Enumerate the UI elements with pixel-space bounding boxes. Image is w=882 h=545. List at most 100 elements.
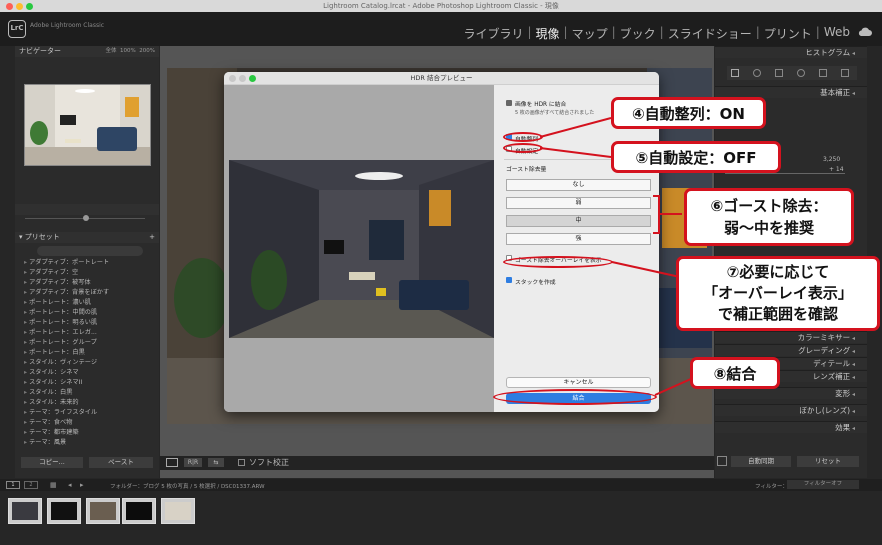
- zoom-fit[interactable]: 全体: [106, 48, 117, 54]
- module-library[interactable]: ライブラリ: [459, 25, 527, 42]
- module-slideshow[interactable]: スライドショー: [664, 25, 756, 42]
- film-thumb[interactable]: [122, 498, 156, 524]
- tool-strip: [727, 66, 857, 80]
- cloud-icon[interactable]: [858, 27, 872, 36]
- crop-tool-icon[interactable]: [775, 69, 783, 77]
- preset-item[interactable]: ポートレート：明るい肌: [15, 318, 159, 328]
- preset-item[interactable]: ポートレート：グループ: [15, 338, 159, 348]
- section-color-mixer[interactable]: カラーミキサー: [715, 331, 867, 343]
- module-bar: LrC Adobe Lightroom Classic ライブラリ | 現像 | マ…: [0, 12, 882, 46]
- filmstrip-bar: 1 2 ▦ ◂ ▸ フォルダー：ブログ 5 枚の写真 / 5 枚選択 / DSC…: [0, 479, 882, 491]
- add-preset-icon[interactable]: +: [149, 232, 159, 243]
- section-color-grading[interactable]: グレーディング: [715, 344, 867, 356]
- histogram-header[interactable]: ヒストグラム: [715, 46, 867, 58]
- redeye-tool-icon[interactable]: [797, 69, 805, 77]
- temp-value[interactable]: 3,250: [823, 156, 840, 163]
- module-book[interactable]: ブック: [616, 25, 660, 42]
- preset-item[interactable]: アダプティブ：ポートレート: [15, 258, 159, 268]
- prev-arrow-icon[interactable]: ◂: [68, 481, 72, 489]
- callout-auto-settings: ⑤自動設定：OFF: [611, 141, 781, 173]
- preset-item[interactable]: テーマ：食べ物: [15, 418, 159, 428]
- panel-switch-icon[interactable]: [717, 456, 727, 466]
- preset-item[interactable]: ポートレート：中間の肌: [15, 308, 159, 318]
- preset-item[interactable]: アダプティブ：背景をぼかす: [15, 288, 159, 298]
- preset-item[interactable]: テーマ：ライフスタイル: [15, 408, 159, 418]
- slider-thumb[interactable]: [83, 215, 89, 221]
- hdr-merge-dialog: HDR 結合プレビュー 画像を HDR に結合 5 枚の画像がすべて結合されまし…: [224, 72, 659, 412]
- module-web[interactable]: Web: [820, 25, 854, 42]
- copy-button[interactable]: コピー...: [21, 457, 83, 468]
- paste-button[interactable]: ペースト: [89, 457, 153, 468]
- deghost-none-button[interactable]: なし: [506, 179, 651, 191]
- preset-item[interactable]: ポートレート：濃い肌: [15, 298, 159, 308]
- create-stack-checkbox[interactable]: [506, 277, 512, 283]
- module-develop[interactable]: 現像: [532, 25, 564, 42]
- deghost-high-button[interactable]: 強: [506, 233, 651, 245]
- dialog-titlebar: HDR 結合プレビュー: [224, 72, 659, 85]
- section-effects[interactable]: 効果: [715, 421, 867, 433]
- preset-item[interactable]: アダプティブ：被写体: [15, 278, 159, 288]
- auto-sync-button[interactable]: 自動同期: [731, 456, 791, 467]
- next-arrow-icon[interactable]: ▸: [80, 481, 84, 489]
- history-header[interactable]: [15, 204, 159, 215]
- mask-tool-icon[interactable]: [819, 69, 827, 77]
- module-map[interactable]: マップ: [568, 25, 612, 42]
- zoom-window-button[interactable]: [26, 2, 33, 10]
- preset-item[interactable]: ポートレート：白黒: [15, 348, 159, 358]
- app-name: Adobe Lightroom Classic: [30, 22, 105, 29]
- film-thumb[interactable]: [8, 498, 42, 524]
- deghost-low-button[interactable]: 弱: [506, 197, 651, 209]
- preset-search-input[interactable]: [37, 246, 143, 256]
- cancel-button[interactable]: キャンセル: [506, 377, 651, 388]
- filter-dropdown[interactable]: フィルターオフ: [787, 480, 859, 489]
- tint-value[interactable]: + 14: [829, 166, 844, 173]
- preset-item[interactable]: スタイル：シネマII: [15, 378, 159, 388]
- filmstrip: [0, 491, 882, 531]
- heal-tool-icon[interactable]: [753, 69, 761, 77]
- preset-item[interactable]: スタイル：白黒: [15, 388, 159, 398]
- callout-overlay: ⑦必要に応じて 「オーバーレイ表示」 で補正範囲を確認: [676, 256, 880, 331]
- dialog-title: HDR 結合プレビュー: [410, 74, 473, 82]
- edit-tool-icon[interactable]: [731, 69, 739, 77]
- auto-settings-highlight: [503, 143, 543, 153]
- navigator-preview[interactable]: [24, 84, 151, 166]
- dialog-close-button[interactable]: [229, 75, 236, 82]
- lightroom-window: Lightroom Catalog.lrcat - Adobe Photosho…: [0, 0, 882, 545]
- preset-item[interactable]: テーマ：都市建築: [15, 428, 159, 438]
- dialog-minimize-button[interactable]: [239, 75, 246, 82]
- grid-icon[interactable]: ▦: [50, 481, 57, 489]
- film-thumb[interactable]: [86, 498, 120, 524]
- folder-info[interactable]: フォルダー：ブログ 5 枚の写真 / 5 枚選択 / DSC01337.ARW: [110, 482, 265, 490]
- create-stack-label: スタックを作成: [515, 280, 556, 286]
- close-window-button[interactable]: [6, 2, 13, 10]
- preset-item[interactable]: スタイル：シネマ: [15, 368, 159, 378]
- film-thumb[interactable]: [47, 498, 81, 524]
- section-lens-blur[interactable]: ぼかし(レンズ): [715, 404, 867, 416]
- reset-button[interactable]: リセット: [797, 456, 859, 467]
- deghost-medium-button[interactable]: 中: [506, 215, 651, 227]
- preset-item[interactable]: ポートレート：エレガ...: [15, 328, 159, 338]
- preset-item[interactable]: アダプティブ：空: [15, 268, 159, 278]
- zoom-100[interactable]: 100%: [120, 48, 136, 54]
- preset-item[interactable]: スタイル：未来的: [15, 398, 159, 408]
- preset-item[interactable]: テーマ：風景: [15, 438, 159, 448]
- preset-item[interactable]: スタイル：ヴィンテージ: [15, 358, 159, 368]
- display-2-button[interactable]: 2: [24, 481, 38, 489]
- film-thumb[interactable]: [161, 498, 195, 524]
- callout-deghost: ⑥ゴースト除去： 弱〜中を推奨: [684, 188, 854, 246]
- swap-icon[interactable]: ⇆: [208, 458, 224, 467]
- display-1-button[interactable]: 1: [6, 481, 20, 489]
- loupe-view-icon[interactable]: [166, 458, 178, 467]
- preset-tool-icon[interactable]: [841, 69, 849, 77]
- soft-proof-checkbox[interactable]: [238, 459, 245, 466]
- zoom-200[interactable]: 200%: [139, 48, 155, 54]
- dialog-zoom-button[interactable]: [249, 75, 256, 82]
- module-print[interactable]: プリント: [760, 25, 816, 42]
- hdr-preview-image[interactable]: [229, 160, 494, 338]
- before-after-icon[interactable]: R|R: [184, 458, 202, 467]
- callout-merge: ⑧結合: [690, 357, 780, 389]
- minimize-window-button[interactable]: [16, 2, 23, 10]
- navigator-header[interactable]: ナビゲーター 全体 100% 200%: [15, 46, 159, 57]
- tint-slider[interactable]: [725, 173, 845, 174]
- presets-header[interactable]: ▾ プリセット +: [15, 232, 159, 243]
